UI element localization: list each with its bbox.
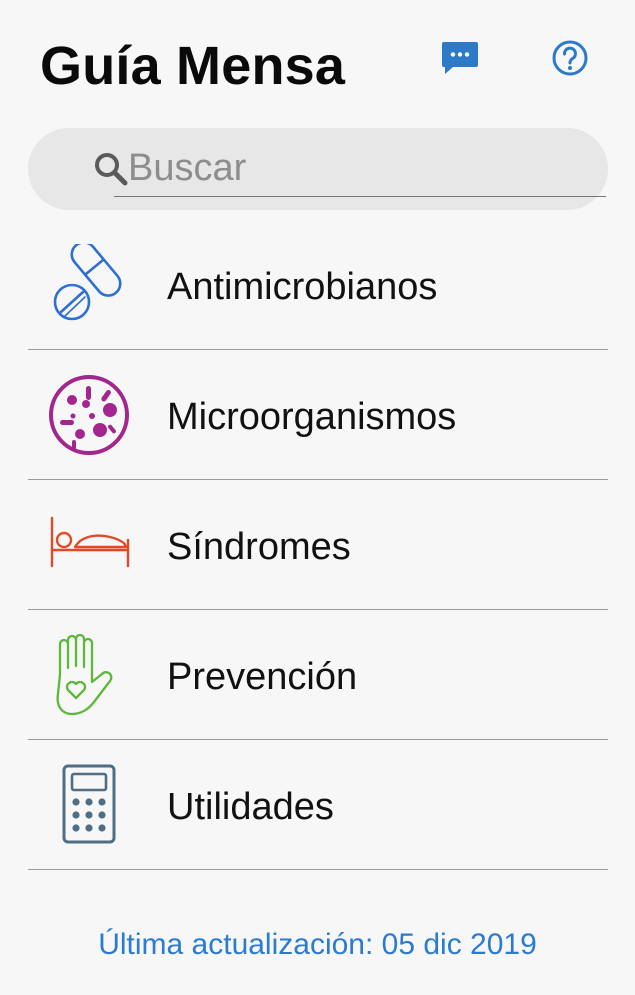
- search-input[interactable]: [114, 144, 606, 197]
- menu-item-label: Microorganismos: [167, 396, 457, 438]
- hand-heart-icon: [48, 633, 130, 716]
- calculator-icon: [48, 764, 130, 846]
- menu-item-sindromes[interactable]: Síndromes: [28, 480, 608, 610]
- petri-dish-icon: [48, 374, 130, 456]
- menu-item-prevencion[interactable]: Prevención: [28, 610, 608, 740]
- menu-item-microorganismos[interactable]: Microorganismos: [28, 350, 608, 480]
- last-update-text: Última actualización: 05 dic 2019: [98, 928, 537, 961]
- help-button[interactable]: [546, 34, 594, 82]
- menu-item-antimicrobianos[interactable]: Antimicrobianos: [28, 220, 608, 350]
- menu-item-label: Utilidades: [167, 786, 334, 828]
- chat-bubble-icon: [442, 42, 478, 74]
- menu-item-label: Antimicrobianos: [167, 266, 438, 308]
- menu-item-utilidades[interactable]: Utilidades: [28, 740, 608, 870]
- menu-item-label: Síndromes: [167, 526, 351, 568]
- search-bar[interactable]: [28, 128, 608, 210]
- menu-item-label: Prevención: [167, 656, 358, 698]
- help-circle-icon: [552, 40, 588, 76]
- hospital-bed-icon: [48, 504, 130, 586]
- app-header: Guía Mensa: [0, 0, 635, 120]
- app-title: Guía Mensa: [40, 36, 346, 96]
- pills-icon: [48, 241, 130, 326]
- main-menu: Antimicrobianos Microorganismos Síndrome…: [28, 220, 608, 870]
- chat-button[interactable]: [436, 32, 484, 80]
